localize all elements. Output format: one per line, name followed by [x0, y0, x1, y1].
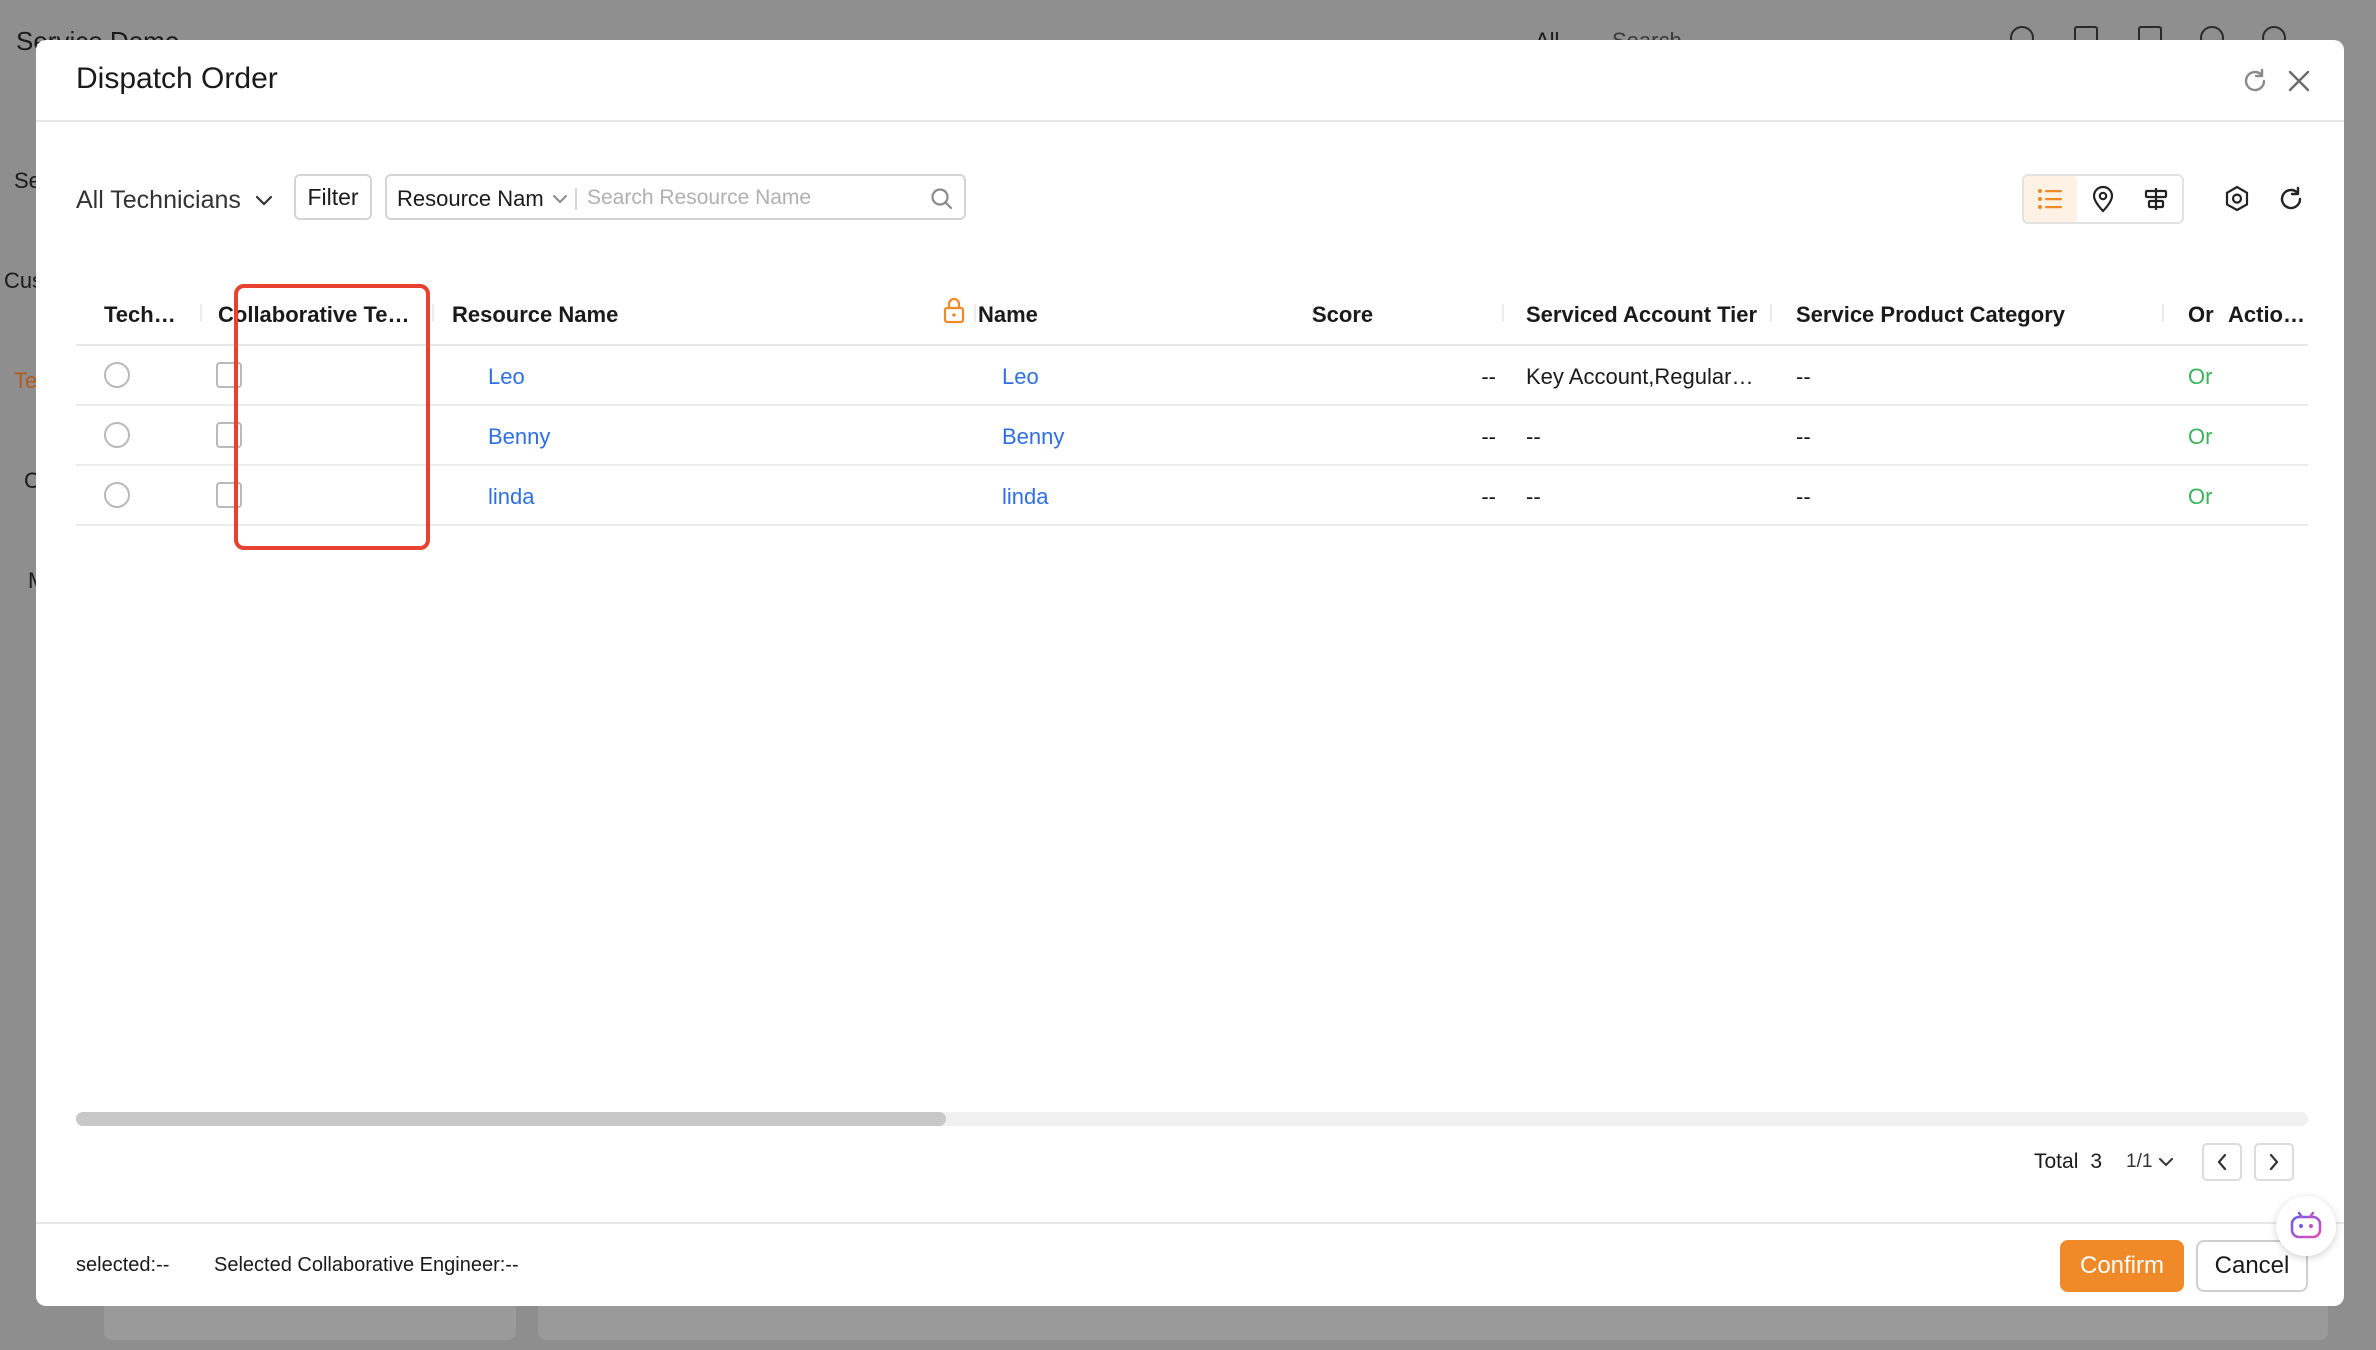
total-count: 3 — [2090, 1150, 2103, 1173]
score-cell: -- — [1481, 484, 1496, 509]
technician-scope-select[interactable]: All Technicians — [76, 186, 273, 215]
score-cell: -- — [1481, 364, 1496, 389]
column-header-service-product-category[interactable]: Service Product Category — [1796, 302, 2156, 328]
service-product-category-cell: -- — [1796, 484, 1811, 509]
name-link[interactable]: Benny — [1002, 424, 1282, 450]
column-divider — [1770, 304, 1772, 322]
table-header: Tech… Collaborative Te… Resource Name Na… — [76, 278, 2308, 346]
background-card — [538, 1300, 2328, 1340]
column-header-status[interactable]: Or — [2188, 302, 2218, 328]
column-header-resource-name[interactable]: Resource Name — [452, 302, 692, 328]
assistant-bot-icon[interactable] — [2276, 1196, 2336, 1256]
chevron-down-icon — [2159, 1158, 2174, 1167]
page-select[interactable]: 1/1 — [2126, 1151, 2174, 1173]
confirm-button[interactable]: Confirm — [2060, 1240, 2184, 1292]
pagination: Total 3 1/1 — [2034, 1142, 2295, 1182]
technician-table: Tech… Collaborative Te… Resource Name Na… — [76, 278, 2308, 526]
serviced-account-tier-cell: -- — [1526, 484, 1541, 509]
status-cell: Or — [2188, 484, 2213, 509]
dispatch-order-modal: Dispatch Order All Technicians Filter Re… — [36, 40, 2344, 1306]
list-view-icon[interactable] — [2024, 176, 2077, 222]
total-label: Total — [2034, 1150, 2079, 1173]
column-divider — [200, 304, 202, 322]
column-header-technician[interactable]: Tech… — [104, 302, 186, 328]
column-header-name[interactable]: Name — [978, 302, 1258, 328]
lock-icon[interactable] — [942, 296, 966, 329]
status-cell: Or — [2188, 424, 2213, 449]
column-divider — [1502, 304, 1504, 322]
resource-name-link[interactable]: linda — [488, 484, 788, 510]
scrollbar-thumb[interactable] — [76, 1112, 947, 1126]
serviced-account-tier-cell: Key Account,Regular … — [1526, 364, 1756, 389]
column-header-serviced-account-tier[interactable]: Serviced Account Tier — [1526, 302, 1766, 328]
background-card — [104, 1300, 516, 1340]
modal-footer: selected:-- Selected Collaborative Engin… — [36, 1222, 2344, 1306]
reload-icon[interactable] — [2276, 184, 2306, 214]
score-cell: -- — [1481, 424, 1496, 449]
search-separator — [575, 188, 577, 210]
close-icon[interactable] — [2284, 66, 2314, 96]
technician-radio[interactable] — [104, 362, 130, 388]
table-row[interactable]: linda linda -- -- -- Or — [76, 466, 2308, 526]
modal-header: Dispatch Order — [36, 40, 2344, 122]
column-header-score[interactable]: Score — [1312, 302, 1472, 328]
settings-icon[interactable] — [2222, 184, 2252, 214]
view-switcher — [2022, 174, 2184, 224]
scope-select-label: All Technicians — [76, 186, 241, 214]
map-view-icon[interactable] — [2077, 176, 2130, 222]
service-product-category-cell: -- — [1796, 364, 1811, 389]
search-field-label: Resource Nam — [397, 186, 544, 211]
column-divider — [432, 304, 434, 322]
name-link[interactable]: Leo — [1002, 364, 1282, 390]
search-input[interactable] — [587, 182, 917, 214]
page-indicator: 1/1 — [2126, 1151, 2153, 1172]
technician-radio[interactable] — [104, 422, 130, 448]
column-divider — [2162, 304, 2164, 322]
serviced-account-tier-cell: -- — [1526, 424, 1541, 449]
service-product-category-cell: -- — [1796, 424, 1811, 449]
search-field-select[interactable]: Resource Nam — [397, 186, 568, 212]
resource-search-box: Resource Nam — [385, 174, 966, 220]
collaborative-checkbox[interactable] — [216, 362, 242, 388]
chevron-right-icon — [2270, 1153, 2279, 1171]
selected-collaborative-text: Selected Collaborative Engineer:-- — [214, 1254, 519, 1276]
resource-name-link[interactable]: Leo — [488, 364, 788, 390]
background-sidebar-fragment: Te — [14, 368, 38, 393]
name-link[interactable]: linda — [1002, 484, 1282, 510]
chevron-down-icon — [255, 195, 273, 206]
gantt-view-icon[interactable] — [2129, 176, 2182, 222]
search-icon[interactable] — [929, 186, 955, 212]
selected-technician-text: selected:-- — [76, 1254, 170, 1276]
chevron-down-icon — [552, 195, 567, 204]
collaborative-checkbox[interactable] — [216, 482, 242, 508]
table-row[interactable]: Benny Benny -- -- -- Or — [76, 406, 2308, 466]
next-page-button[interactable] — [2254, 1143, 2295, 1181]
technician-radio[interactable] — [104, 482, 130, 508]
column-header-collaborative[interactable]: Collaborative Te… — [218, 302, 418, 328]
modal-title: Dispatch Order — [76, 62, 278, 95]
status-cell: Or — [2188, 364, 2213, 389]
prev-page-button[interactable] — [2202, 1143, 2243, 1181]
table-row[interactable]: Leo Leo -- Key Account,Regular … -- Or — [76, 346, 2308, 406]
chevron-left-icon — [2218, 1153, 2227, 1171]
resource-name-link[interactable]: Benny — [488, 424, 788, 450]
horizontal-scrollbar[interactable] — [76, 1112, 2308, 1126]
filter-button[interactable]: Filter — [294, 174, 372, 220]
collaborative-checkbox[interactable] — [216, 422, 242, 448]
column-divider — [974, 304, 976, 322]
refresh-icon[interactable] — [2240, 66, 2270, 96]
column-header-actions: Actions — [2228, 302, 2308, 327]
